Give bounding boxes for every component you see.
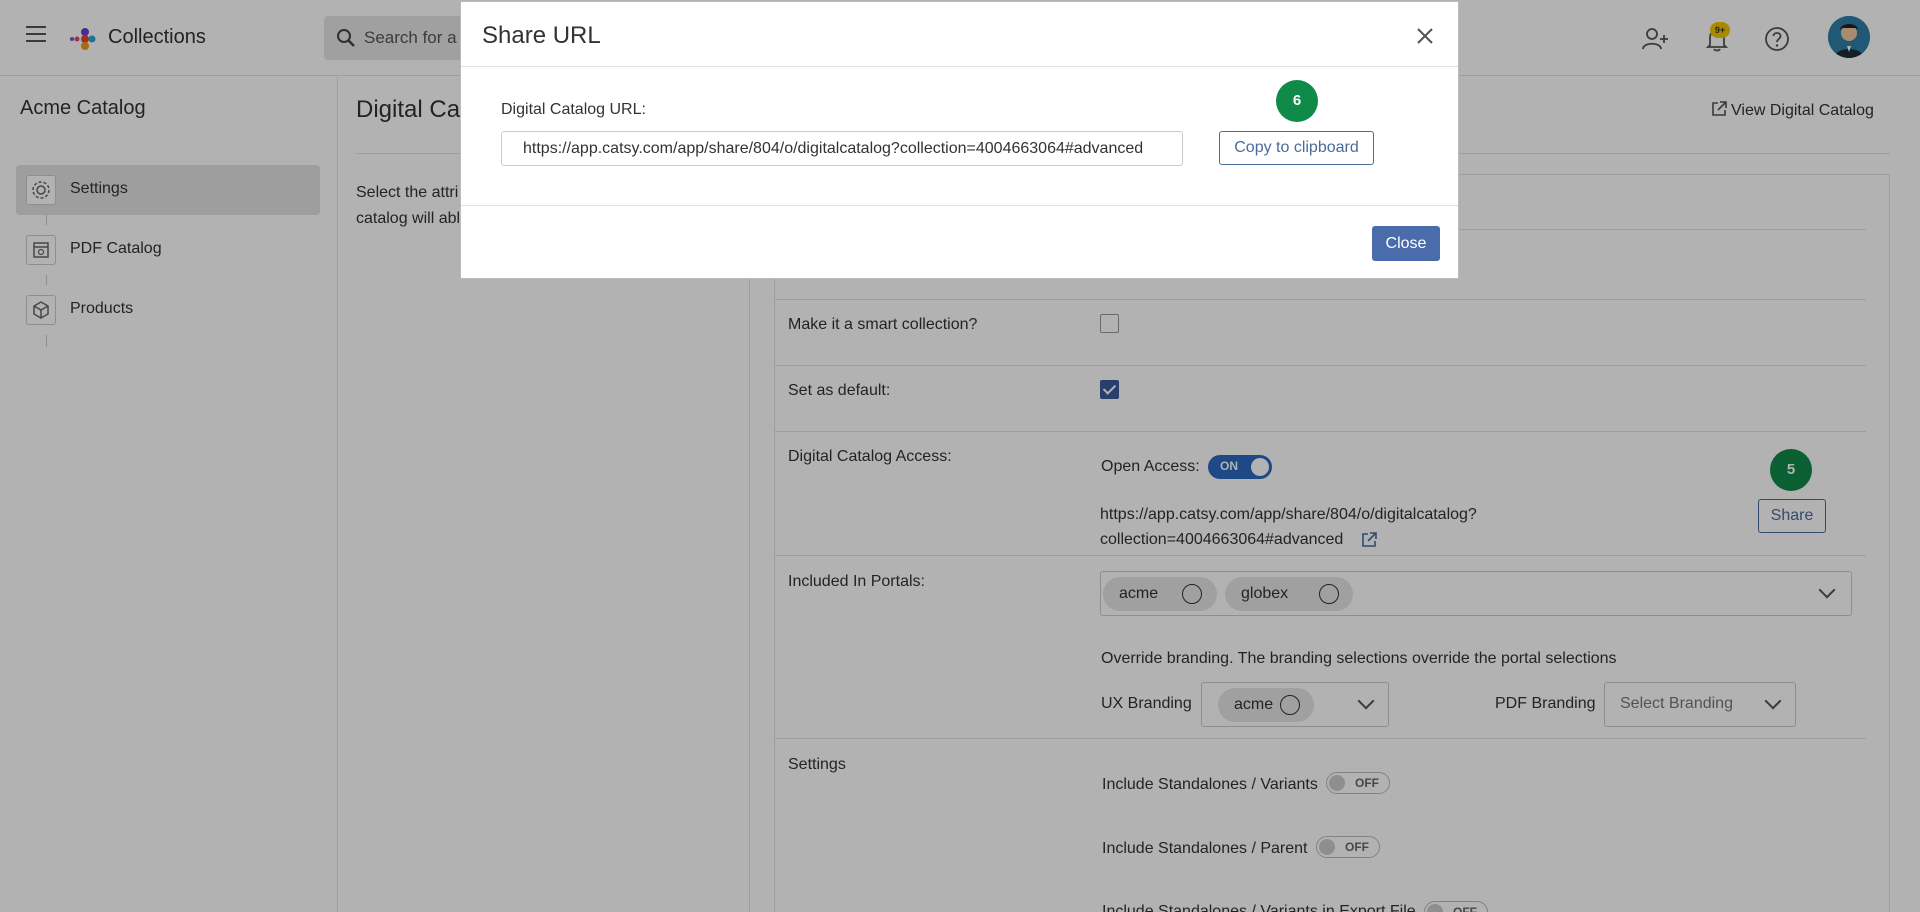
close-icon[interactable] xyxy=(1415,26,1435,46)
modal-divider xyxy=(461,205,1458,206)
url-label: Digital Catalog URL: xyxy=(501,101,646,118)
step-badge-6: 6 xyxy=(1276,80,1318,122)
share-url-modal: Share URL Digital Catalog URL: 6 Copy to… xyxy=(460,1,1459,279)
catalog-url-input[interactable] xyxy=(501,131,1183,166)
close-button[interactable]: Close xyxy=(1372,226,1440,261)
modal-divider xyxy=(461,66,1458,67)
modal-title: Share URL xyxy=(482,22,601,49)
copy-to-clipboard-button[interactable]: Copy to clipboard xyxy=(1219,131,1374,165)
